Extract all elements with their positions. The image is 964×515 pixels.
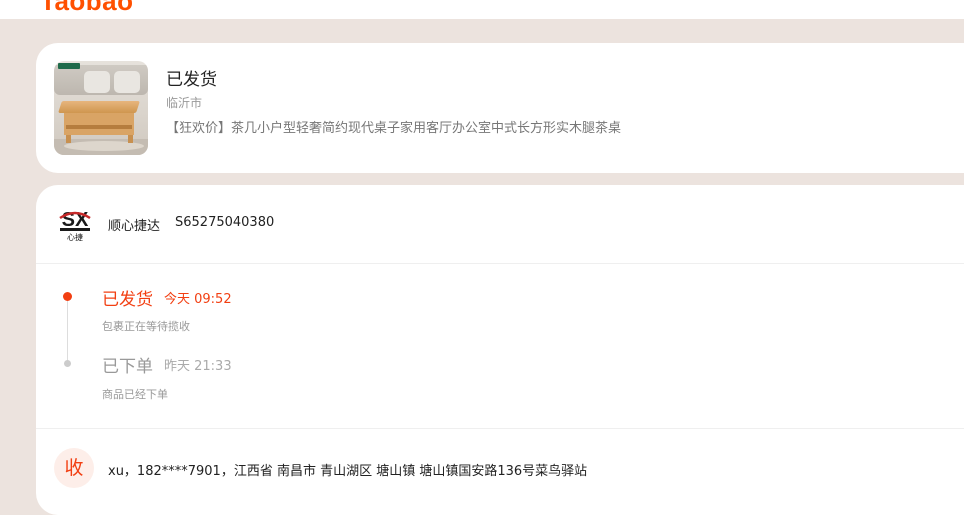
taobao-logo[interactable]: Taobao (40, 0, 134, 17)
recipient-address[interactable]: xu，182****7901，江西省 南昌市 青山湖区 塘山镇 塘山镇国安路13… (108, 460, 587, 479)
table-body (64, 113, 134, 135)
ship-from-city: 临沂市 (166, 96, 203, 110)
logistics-card: SX 心捷 顺心捷达 S65275040380 已发货 今天 09:52 包裹正… (36, 185, 964, 515)
timeline-dot-active (63, 292, 72, 301)
timeline-dot-past (64, 360, 71, 367)
cushion (114, 71, 140, 93)
table-shelf (66, 125, 132, 129)
timeline-line (67, 296, 68, 364)
recipient-badge: 收 (54, 448, 94, 488)
order-status: 已发货 (166, 70, 217, 90)
product-title[interactable]: 【狂欢价】茶几小户型轻奢简约现代桌子家用客厅办公室中式长方形实木腿茶桌 (166, 117, 621, 136)
timeline-event-time: 今天 09:52 (164, 292, 232, 307)
timeline-event-desc: 包裹正在等待揽收 (102, 320, 190, 333)
cushion (84, 71, 110, 93)
product-tag (58, 63, 80, 69)
top-bar: Taobao (0, 0, 964, 19)
courier-logo-icon: SX 心捷 (54, 202, 96, 244)
courier-name: 顺心捷达 (108, 219, 161, 234)
product-card[interactable]: 已发货 临沂市 【狂欢价】茶几小户型轻奢简约现代桌子家用客厅办公室中式长方形实木… (36, 43, 964, 173)
product-thumbnail[interactable] (54, 61, 148, 155)
timeline-event-desc: 商品已经下单 (102, 388, 168, 401)
divider (36, 428, 964, 429)
table-top (58, 101, 140, 113)
divider (36, 263, 964, 264)
tracking-number[interactable]: S65275040380 (175, 215, 274, 230)
courier-logo-caption: 心捷 (67, 232, 83, 242)
timeline-event-title: 已下单 (102, 357, 153, 377)
timeline-event-title: 已发货 (102, 290, 153, 310)
timeline-event-time: 昨天 21:33 (164, 359, 232, 374)
